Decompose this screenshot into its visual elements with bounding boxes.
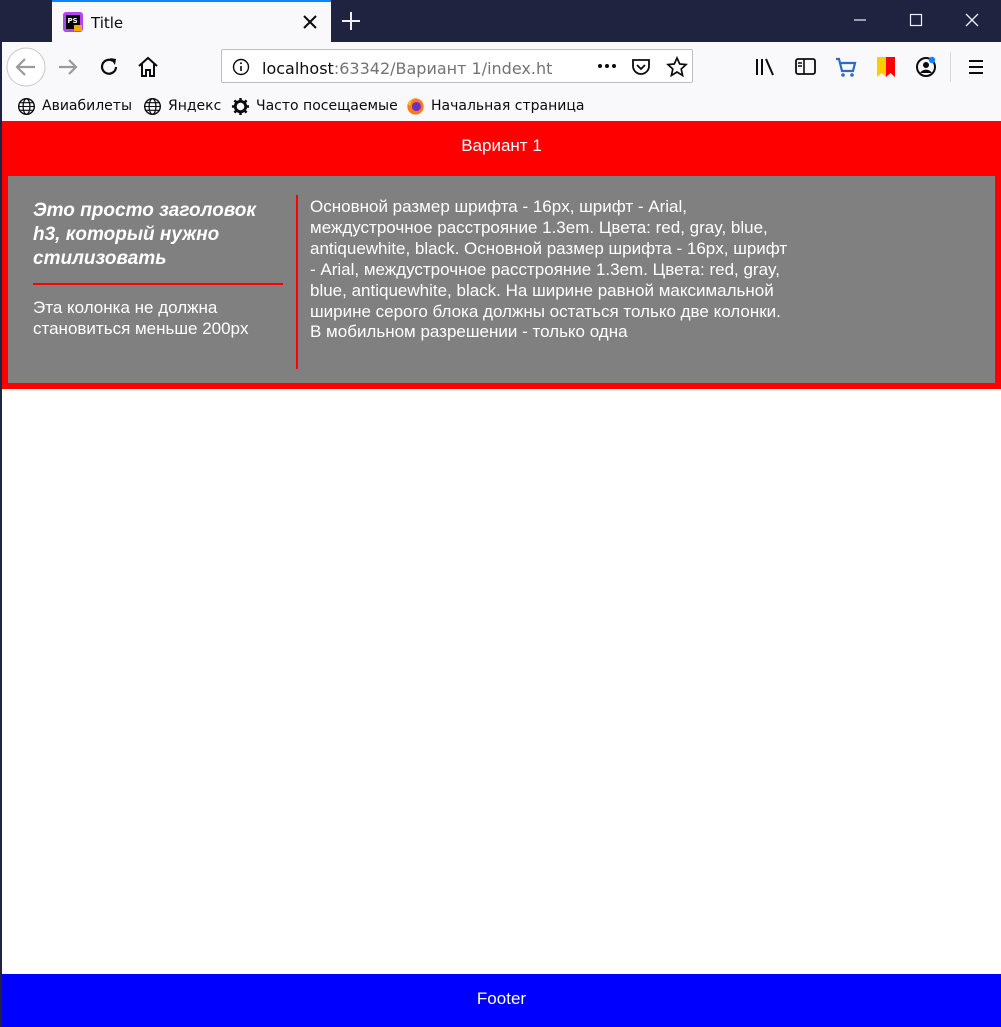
sidebar-icon[interactable] bbox=[794, 56, 818, 78]
yandex-bookmark-icon[interactable] bbox=[874, 55, 898, 79]
phpstorm-icon: PS bbox=[63, 12, 83, 32]
bookmarks-bar: Авиабилеты Яндекс Часто посещаемые Начал… bbox=[0, 92, 1001, 121]
left-column: Это просто заголовок h3, который нужно с… bbox=[33, 199, 283, 339]
right-column-text: Основной размер шрифта - 16px, шрифт - A… bbox=[310, 197, 788, 342]
forward-icon[interactable] bbox=[56, 55, 80, 79]
bookmark-item[interactable]: Яндекс bbox=[143, 96, 221, 116]
page-header: Вариант 1 bbox=[2, 121, 1001, 170]
tab-title: Title bbox=[91, 14, 124, 32]
bookmark-item[interactable]: Авиабилеты bbox=[17, 96, 132, 116]
title-bar: PS Title bbox=[0, 0, 1001, 42]
bookmark-label: Начальная страница bbox=[431, 98, 585, 114]
nav-toolbar: localhost:63342/Вариант 1/index.html bbox=[0, 42, 1001, 92]
cart-icon[interactable] bbox=[834, 55, 858, 79]
bookmark-label: Часто посещаемые bbox=[256, 98, 398, 114]
page-footer: Footer bbox=[2, 974, 1001, 1027]
bookmark-label: Авиабилеты bbox=[42, 98, 133, 114]
home-icon[interactable] bbox=[136, 55, 160, 79]
left-column-text: Эта колонка не должна становиться меньше… bbox=[33, 298, 249, 338]
more-actions-icon[interactable] bbox=[596, 59, 618, 73]
bookmark-item[interactable]: Начальная страница bbox=[406, 96, 584, 116]
url-bar[interactable]: localhost:63342/Вариант 1/index.html bbox=[221, 49, 693, 83]
page-viewport: Вариант 1 Это просто заголовок h3, котор… bbox=[2, 121, 1001, 1027]
globe-icon bbox=[17, 97, 36, 115]
globe-icon bbox=[143, 97, 162, 115]
window-close-icon[interactable] bbox=[964, 12, 980, 28]
close-tab-icon[interactable] bbox=[301, 13, 319, 31]
svg-text:PS: PS bbox=[68, 17, 78, 25]
account-icon[interactable] bbox=[914, 55, 938, 79]
url-text[interactable]: localhost:63342/Вариант 1/index.html bbox=[262, 59, 552, 78]
info-icon[interactable] bbox=[232, 58, 250, 76]
minimize-icon[interactable] bbox=[852, 12, 868, 28]
column-divider bbox=[296, 195, 298, 369]
new-tab-icon[interactable] bbox=[340, 10, 362, 32]
toolbar-divider bbox=[950, 52, 951, 82]
heading-underline bbox=[33, 283, 283, 285]
bookmark-item[interactable]: Часто посещаемые bbox=[231, 96, 398, 116]
firefox-icon bbox=[407, 97, 424, 115]
bookmark-star-icon[interactable] bbox=[666, 56, 688, 78]
menu-icon[interactable] bbox=[966, 57, 986, 77]
library-icon[interactable] bbox=[754, 56, 778, 78]
pocket-icon[interactable] bbox=[631, 57, 651, 77]
gear-icon bbox=[231, 97, 250, 115]
content-block: Это просто заголовок h3, который нужно с… bbox=[2, 170, 1001, 389]
tab-active[interactable]: PS Title bbox=[52, 0, 331, 42]
reload-icon[interactable] bbox=[97, 55, 121, 79]
bookmark-label: Яндекс bbox=[168, 98, 222, 114]
maximize-icon[interactable] bbox=[908, 12, 924, 28]
column-heading: Это просто заголовок h3, который нужно с… bbox=[33, 200, 257, 269]
back-icon[interactable] bbox=[6, 47, 46, 87]
